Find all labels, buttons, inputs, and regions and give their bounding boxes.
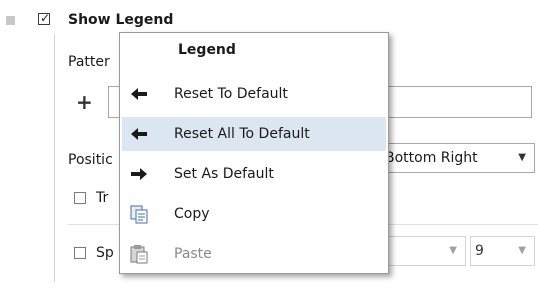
arrow-left-icon	[128, 123, 150, 145]
position-label: Positic	[68, 152, 113, 168]
dropdown-arrow-icon: ▼	[449, 245, 457, 256]
menu-item-paste[interactable]: Paste	[122, 237, 386, 271]
show-legend-checkbox[interactable]: ✓	[38, 11, 51, 25]
spacing-size-dropdown[interactable]: 9 ▼	[470, 236, 535, 266]
menu-item-reset-all-to-default[interactable]: Reset All To Default	[122, 117, 386, 151]
menu-header: Legend	[178, 42, 236, 58]
group-indent-line	[54, 34, 55, 282]
menu-item-label: Reset To Default	[174, 86, 288, 102]
menu-item-label: Paste	[174, 246, 212, 262]
spacing-label: Sp	[96, 245, 114, 261]
font-dropdown[interactable]: ▼	[380, 236, 466, 266]
spacing-size-value: 9	[475, 243, 484, 259]
arrow-left-icon	[128, 83, 150, 105]
transparent-label: Tr	[96, 190, 109, 206]
add-pattern-button[interactable]: +	[76, 92, 93, 112]
arrow-right-icon	[128, 163, 150, 185]
paste-icon	[128, 243, 150, 265]
spacing-checkbox[interactable]	[74, 247, 86, 259]
menu-item-copy[interactable]: Copy	[122, 197, 386, 231]
legend-context-menu: Legend Reset To Default Reset All To Def…	[119, 32, 389, 274]
position-dropdown[interactable]: Bottom Right ▼	[380, 143, 535, 173]
menu-item-set-as-default[interactable]: Set As Default	[122, 157, 386, 191]
dropdown-arrow-icon: ▼	[518, 152, 526, 163]
show-legend-label: Show Legend	[68, 12, 174, 28]
menu-item-label: Set As Default	[174, 166, 274, 182]
position-value: Bottom Right	[385, 150, 478, 166]
pattern-label: Patter	[68, 54, 110, 70]
transparent-checkbox[interactable]	[74, 192, 86, 204]
dropdown-arrow-icon: ▼	[518, 245, 526, 256]
menu-item-reset-to-default[interactable]: Reset To Default	[122, 77, 386, 111]
expand-collapse-bullet[interactable]	[6, 16, 15, 25]
copy-icon	[128, 203, 150, 225]
checkmark-icon: ✓	[40, 11, 51, 25]
menu-item-label: Copy	[174, 206, 210, 222]
menu-item-label: Reset All To Default	[174, 126, 310, 142]
